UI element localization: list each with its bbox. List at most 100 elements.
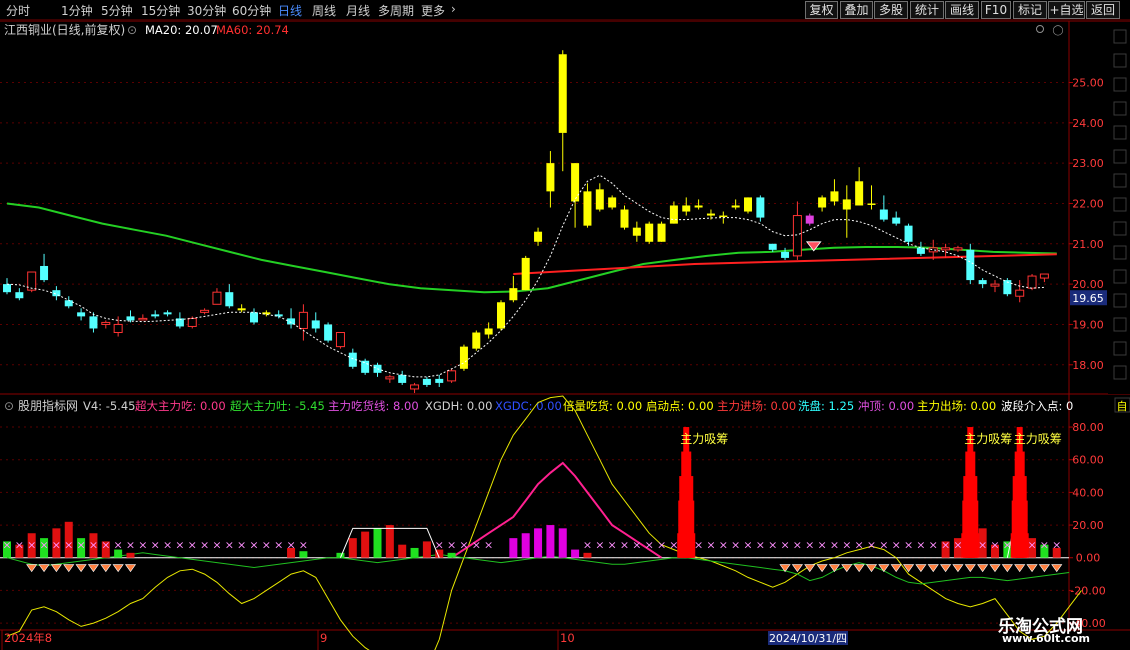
x-marker: × [27, 539, 36, 552]
candle[interactable] [781, 247, 790, 260]
candle[interactable] [250, 308, 258, 325]
candle[interactable] [151, 310, 160, 319]
candle[interactable] [373, 362, 382, 377]
histogram-bar [348, 538, 357, 558]
candle[interactable] [335, 332, 345, 349]
candle[interactable] [138, 314, 148, 321]
indicator-tick-label: -20.00 [1070, 584, 1105, 597]
candle[interactable] [274, 310, 283, 319]
stock-chart[interactable]: 18.00 19.00 20.00 21.00 22.00 23.00 24.00 25.00… [0, 0, 1130, 650]
candle[interactable] [212, 288, 222, 305]
candle[interactable] [534, 227, 543, 246]
candle[interactable] [52, 286, 61, 301]
candle[interactable] [521, 255, 530, 291]
x-marker: × [225, 539, 234, 552]
diamond-icon [940, 564, 952, 573]
candle[interactable] [163, 310, 172, 317]
candle[interactable] [682, 197, 691, 216]
indicator-value-7: 启动点: 0.00 [646, 399, 714, 413]
candle[interactable] [435, 374, 444, 387]
diamond-icon [100, 564, 112, 573]
candle[interactable] [879, 195, 888, 222]
candle[interactable] [805, 213, 814, 226]
candle[interactable] [953, 245, 963, 252]
candle[interactable] [756, 195, 765, 222]
candle[interactable] [583, 183, 592, 228]
candle[interactable] [175, 312, 184, 329]
candle[interactable] [657, 221, 666, 242]
candle[interactable] [472, 330, 481, 351]
candle[interactable] [867, 185, 876, 210]
candle[interactable] [101, 320, 111, 329]
candle[interactable] [990, 280, 1000, 293]
candle[interactable] [855, 167, 864, 206]
ma20-label: MA20: 20.07 [145, 23, 218, 37]
candle[interactable] [3, 278, 11, 295]
candle[interactable] [669, 201, 678, 224]
candle-body [608, 197, 617, 208]
candle[interactable] [497, 300, 505, 331]
candle[interactable] [595, 183, 604, 212]
candle[interactable] [1039, 273, 1049, 283]
candle[interactable] [262, 310, 271, 317]
histogram-bar [126, 552, 135, 558]
candle-body [225, 292, 234, 307]
candle[interactable] [40, 253, 49, 283]
candle[interactable] [904, 223, 913, 246]
histogram-bar [385, 525, 394, 558]
x-marker: × [780, 539, 789, 552]
candle[interactable] [385, 374, 395, 383]
candle-body [534, 231, 543, 242]
indicator-tick-label: 20.00 [1072, 519, 1104, 532]
candle-body [237, 308, 246, 311]
x-marker: × [978, 539, 987, 552]
candle[interactable] [237, 304, 246, 313]
candle[interactable] [818, 195, 827, 212]
candle[interactable] [830, 179, 839, 206]
candle[interactable] [422, 376, 431, 387]
candle[interactable] [1015, 280, 1025, 303]
candle[interactable] [113, 316, 123, 337]
candle[interactable] [608, 195, 617, 210]
diamond-icon [977, 564, 989, 573]
candle[interactable] [744, 197, 752, 214]
candle[interactable] [311, 312, 320, 333]
candle[interactable] [77, 308, 86, 321]
candle[interactable] [558, 50, 567, 172]
candles [3, 50, 1049, 393]
candle-body [842, 199, 851, 210]
candle[interactable] [64, 296, 73, 309]
candle[interactable] [941, 243, 951, 258]
x-marker: × [1040, 539, 1049, 552]
candle[interactable] [459, 344, 468, 371]
candle[interactable] [509, 276, 518, 303]
candle[interactable] [15, 288, 24, 301]
candle[interactable] [89, 312, 98, 333]
candle[interactable] [842, 185, 851, 238]
x-marker: × [669, 539, 678, 552]
candle[interactable] [484, 322, 493, 339]
candle[interactable] [298, 304, 308, 341]
candle[interactable] [361, 358, 370, 375]
candle[interactable] [546, 151, 555, 208]
candle[interactable] [694, 199, 703, 210]
candle[interactable] [398, 370, 407, 385]
candle[interactable] [324, 322, 333, 343]
candle[interactable] [892, 211, 901, 226]
candle[interactable] [645, 221, 654, 244]
candle[interactable] [126, 310, 135, 323]
diamond-outline-icon[interactable] [1036, 25, 1044, 33]
candle[interactable] [447, 368, 457, 383]
candle-body [15, 292, 24, 299]
candle[interactable] [792, 201, 802, 260]
last-price-tag: 19.65 [1072, 292, 1104, 305]
x-marker: × [768, 539, 777, 552]
candle[interactable] [225, 284, 234, 309]
candle[interactable] [200, 308, 210, 315]
candle[interactable] [287, 308, 296, 329]
candle[interactable] [731, 199, 740, 210]
candle[interactable] [978, 278, 987, 289]
candle[interactable] [410, 382, 420, 393]
candle[interactable] [620, 205, 629, 230]
candle[interactable] [632, 221, 641, 242]
